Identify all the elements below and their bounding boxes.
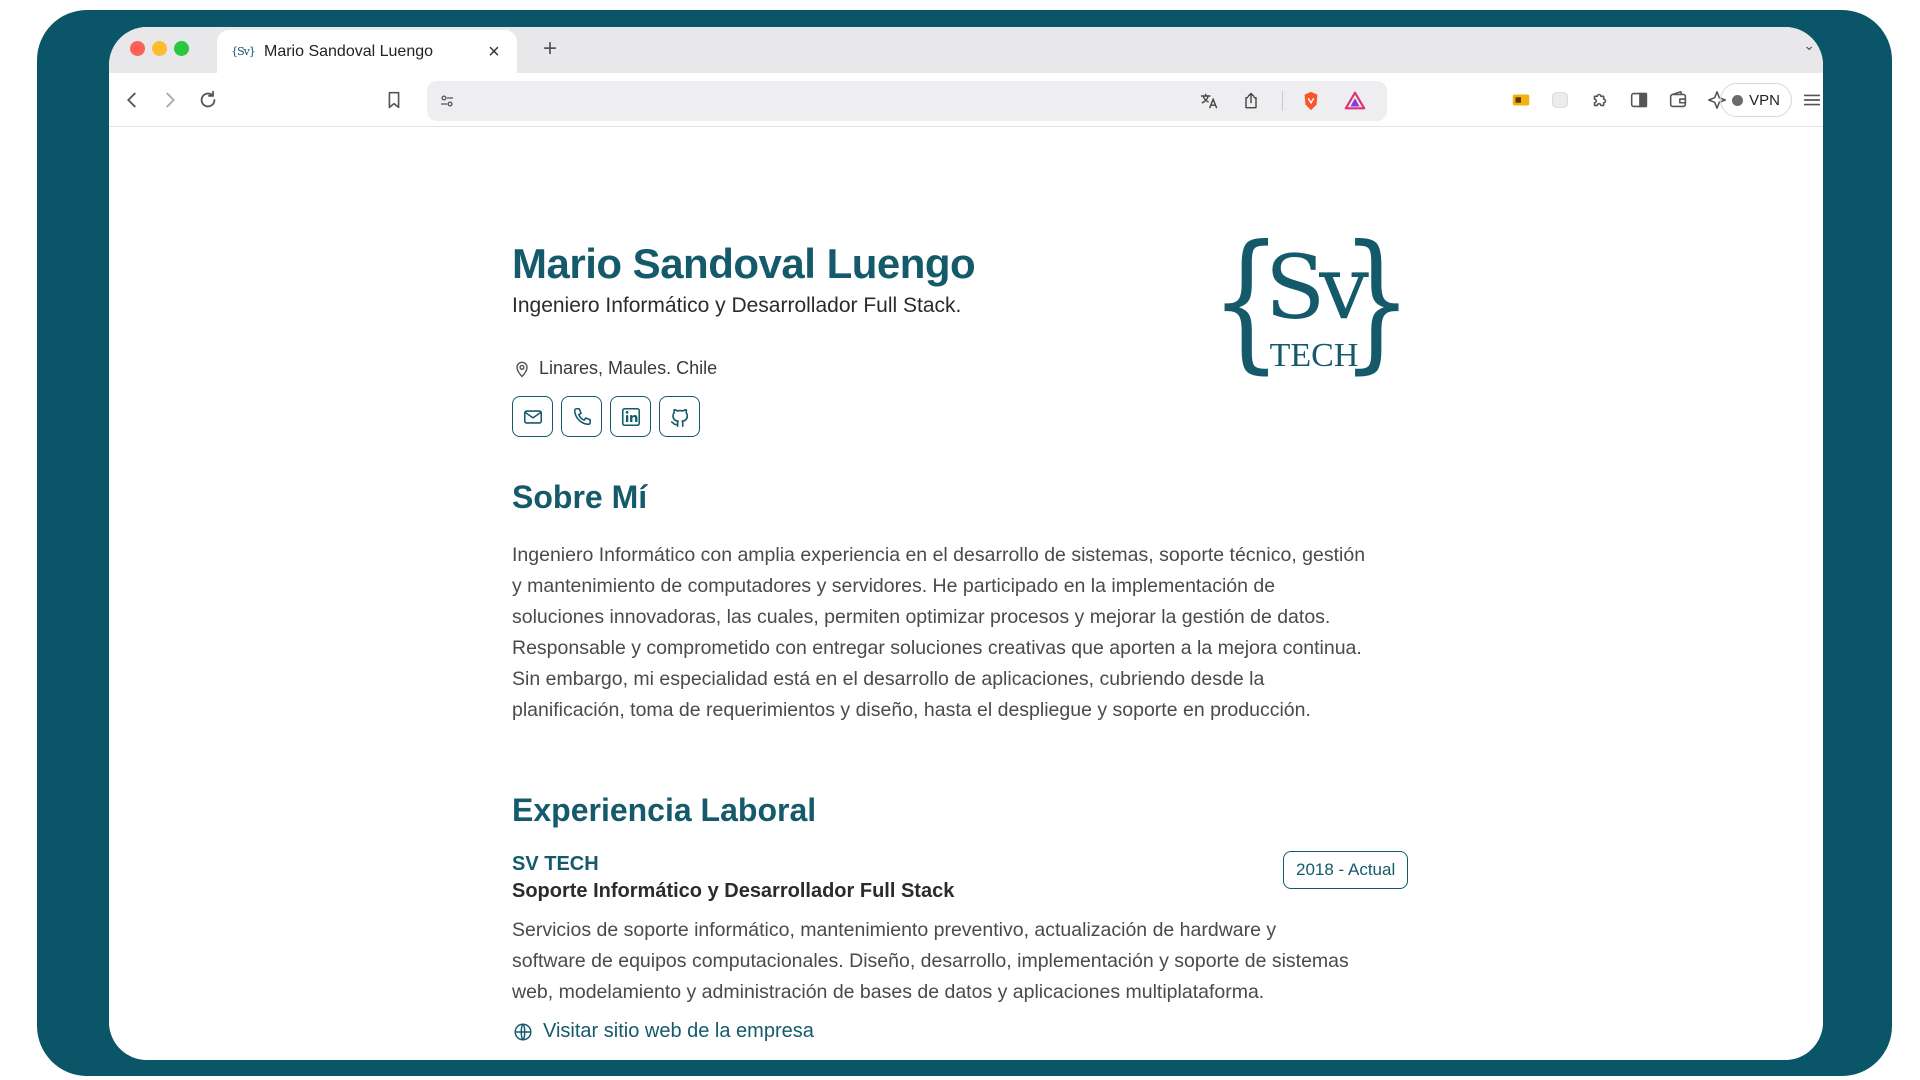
job-description-line: web, modelamiento y administración de ba… [512,981,1265,1003]
linkedin-button[interactable] [610,396,651,437]
about-line: Sin embargo, mi especialidad está en el … [512,668,1265,690]
mail-icon [523,409,542,424]
vpn-label: VPN [1749,91,1780,109]
social-links [512,396,700,437]
browser-window: {Sv} Mario Sandoval Luengo × + ⌄ VPN Mar… [109,27,1823,1060]
address-bar[interactable] [427,81,1387,121]
close-window-button[interactable] [130,41,145,56]
favicon-icon: {Sv} [231,45,256,58]
job-role: Soporte Informático y Desarrollador Full… [512,880,955,902]
globe-icon [514,1022,532,1041]
github-button[interactable] [659,396,700,437]
job-description-line: Servicios de soporte informático, manten… [512,919,1277,941]
job-company: SV TECH [512,853,599,875]
site-settings-icon[interactable] [435,89,459,113]
reload-button[interactable] [195,87,221,113]
sidebar-toggle-icon[interactable] [1626,87,1652,113]
vpn-button[interactable]: VPN [1720,83,1792,117]
section-title-about: Sobre Mí [512,479,648,515]
minimize-window-button[interactable] [152,41,167,56]
job-period-badge: 2018 - Actual [1283,851,1409,889]
company-logo: { } Sv TECH [1209,214,1419,391]
maximize-window-button[interactable] [174,41,189,56]
bookmark-icon [388,91,400,109]
extensions-puzzle-icon[interactable] [1587,87,1613,113]
reload-icon [200,90,216,108]
address-separator [1282,91,1283,111]
bookmark-button[interactable] [381,87,407,113]
company-website-link[interactable]: Visitar sitio web de la empresa [512,1020,814,1043]
translate-icon[interactable] [1197,89,1221,113]
forward-button[interactable] [157,87,183,113]
company-website-label[interactable]: Visitar sitio web de la empresa [543,1020,814,1043]
about-line: y mantenimiento de computadores y servid… [512,575,1276,597]
map-pin-icon [516,361,528,378]
svg-text:Sv: Sv [1265,236,1369,339]
share-icon[interactable] [1239,89,1263,113]
about-line: Responsable y comprometido con entregar … [512,637,1362,659]
hamburger-icon [1803,94,1821,106]
back-button[interactable] [119,87,145,113]
new-tab-button[interactable]: + [535,35,565,63]
brave-shield-icon[interactable] [1299,89,1323,113]
tab-title: Mario Sandoval Luengo [264,42,434,60]
github-icon [670,408,688,427]
sidebar-feature-icon[interactable] [1508,87,1534,113]
svg-text:TECH: TECH [1270,337,1359,374]
profile-name: Mario Sandoval Luengo [512,240,976,287]
extension-placeholder-icon[interactable] [1547,87,1573,113]
section-title-experience: Experiencia Laboral [512,792,817,828]
page-content: Mario Sandoval Luengo Ingeniero Informát… [109,128,1823,1060]
location-text: Linares, Maules. Chile [539,358,718,378]
about-line: planificación, toma de requerimientos y … [512,699,1311,721]
phone-icon [573,407,591,425]
wallet-icon[interactable] [1665,87,1691,113]
job-description-line: software de equipos computacionales. Dis… [512,950,1349,972]
job-description: Servicios de soporte informático, manten… [512,915,1417,1008]
about-line: Ingeniero Informático con amplia experie… [512,544,1366,566]
menu-button[interactable] [1799,87,1823,113]
brave-rewards-icon[interactable] [1343,89,1367,113]
tab-active[interactable]: {Sv} Mario Sandoval Luengo × [217,30,517,73]
about-text: Ingeniero Informático con amplia experie… [512,540,1417,726]
tab-strip: {Sv} Mario Sandoval Luengo × + ⌄ [109,27,1823,73]
chevron-left-icon [127,92,136,108]
profile-location: Linares, Maules. Chile [512,358,717,379]
toolbar: VPN [109,73,1823,127]
vpn-status-icon [1732,94,1744,106]
phone-button[interactable] [561,396,602,437]
linkedin-icon [621,407,640,426]
tab-close-icon[interactable]: × [483,41,505,63]
chevron-right-icon [166,92,175,108]
about-line: soluciones innovadoras, las cuales, perm… [512,606,1331,628]
email-button[interactable] [512,396,553,437]
tab-list-chevron-icon[interactable]: ⌄ [1803,37,1815,54]
profile-title: Ingeniero Informático y Desarrollador Fu… [512,294,962,317]
